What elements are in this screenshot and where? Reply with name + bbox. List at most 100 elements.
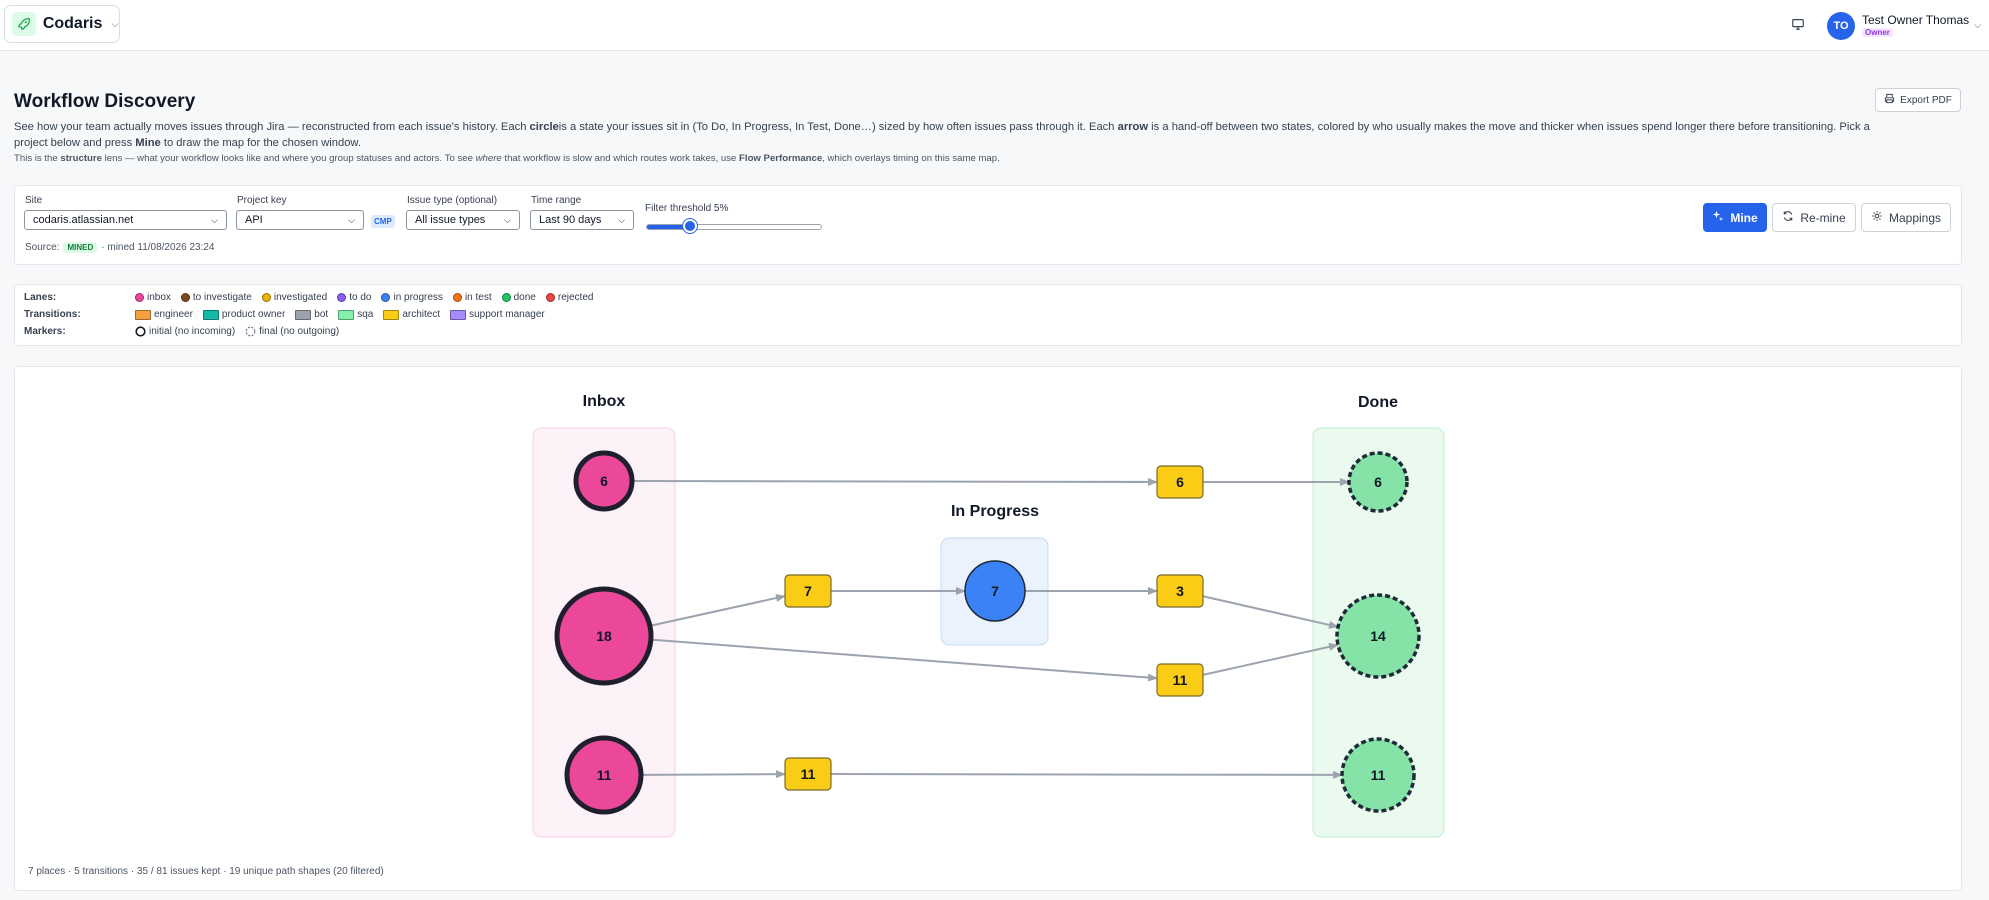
remine-button[interactable]: Re-mine (1772, 203, 1856, 232)
legend-marker-final-label: final (no outgoing) (259, 326, 340, 337)
legend-marker-initial: initial (no incoming) (135, 326, 235, 337)
subdesc-text: , which overlays timing on this same map… (822, 153, 1000, 164)
subdesc-text: lens — what your workflow looks like and… (101, 153, 476, 164)
subdesc-emphasis-structure: structure (60, 153, 102, 164)
transition-count: 11 (801, 766, 816, 782)
legend-lanes-items: inbox to investigate investigated to do in p… (135, 292, 603, 303)
desc-text: is a state your issues sit in (To Do, In… (558, 121, 1118, 133)
transition-sqa: sqa (338, 309, 373, 320)
app-name: Codaris (42, 15, 103, 32)
desc-text: to draw the map for the chosen window. (160, 137, 361, 149)
issue-type-label: Issue type (optional) (407, 195, 498, 206)
place-count: 14 (1370, 628, 1386, 644)
time-range-value: Last 90 days (539, 214, 602, 226)
subdesc-emphasis-where: where (475, 153, 502, 164)
lane-title-inbox: Inbox (583, 393, 626, 410)
refresh-icon (1782, 210, 1794, 225)
project-key-select[interactable]: API ⌵ (236, 210, 364, 230)
export-pdf-label: Export PDF (1900, 94, 1952, 106)
transition-label: bot (314, 309, 329, 320)
top-bar: Codaris ⌵ TO Test Owner Thomas Owner ⌵ (0, 0, 1989, 51)
legend-lanes-title: Lanes: (24, 292, 57, 303)
place-count: 6 (1374, 474, 1382, 490)
legend-marker-initial-label: initial (no incoming) (149, 326, 236, 337)
mine-button[interactable]: Mine (1703, 203, 1767, 232)
chevron-down-icon: ⌵ (618, 214, 625, 225)
issue-type-select[interactable]: All issue types ⌵ (406, 210, 520, 230)
page-subdescription: This is the structure lens — what your w… (14, 153, 1000, 164)
export-pdf-button[interactable]: Export PDF (1875, 88, 1961, 112)
transition-swatch (135, 309, 151, 320)
lane-swatch (135, 293, 144, 302)
site-label: Site (25, 195, 43, 206)
transition-label: engineer (154, 309, 193, 320)
legend-markers: Markers: initial (no incoming) final (no… (24, 326, 349, 337)
workspace-switcher[interactable]: Codaris ⌵ (4, 5, 120, 43)
edge-t5-p7[interactable] (830, 770, 1343, 779)
transition-product-owner: product owner (202, 309, 286, 320)
site-select[interactable]: codaris.atlassian.net ⌵ (24, 210, 227, 230)
edge-p1-t1[interactable] (631, 477, 1158, 486)
transition-label: sqa (357, 309, 374, 320)
workflow-map[interactable]: Inbox In Progress Done 6 18 11 7 6 14 11 6 7 3 11 11 (14, 366, 1962, 891)
place-count: 7 (991, 583, 999, 599)
lane-swatch (501, 293, 511, 302)
user-name[interactable]: Test Owner Thomas (1862, 13, 1969, 27)
lane-to-do: to do (337, 292, 371, 303)
legend-transitions-title: Transitions: (24, 309, 81, 320)
avatar[interactable]: TO (1827, 12, 1855, 40)
lane-swatch (337, 293, 347, 302)
issue-type-value: All issue types (415, 214, 486, 226)
monitor-icon[interactable] (1791, 17, 1807, 33)
project-key-label: Project key (237, 195, 287, 206)
transition-swatch (450, 309, 467, 320)
desc-text: See how your team actually moves issues … (14, 121, 530, 133)
sparkle-icon (1712, 210, 1724, 225)
edge-p3-t5[interactable] (640, 770, 786, 779)
time-range-select[interactable]: Last 90 days ⌵ (530, 210, 634, 230)
transition-swatch (295, 309, 312, 320)
transition-label: support manager (469, 309, 545, 320)
lane-swatch (381, 293, 391, 302)
lane-done: done (501, 292, 536, 303)
lane-label: inbox (147, 292, 171, 303)
time-range-label: Time range (531, 195, 582, 206)
lane-swatch (452, 293, 462, 302)
transition-engineer: engineer (135, 309, 193, 320)
source-info: Source: MINED · mined 11/08/2026 23:24 (25, 242, 214, 253)
chevron-down-icon: ⌵ (211, 214, 218, 225)
transition-count: 11 (1173, 672, 1188, 688)
desc-emphasis-arrow: arrow (1117, 121, 1149, 133)
lane-label: done (513, 292, 536, 303)
chevron-down-icon: ⌵ (504, 214, 511, 225)
edge-p2-t4[interactable] (650, 638, 1158, 682)
page-title: Workflow Discovery (14, 91, 196, 112)
desc-emphasis-mine: Mine (135, 137, 161, 149)
mined-timestamp: · mined 11/08/2026 23:24 (101, 242, 215, 253)
chevron-down-icon: ⌵ (348, 214, 355, 225)
source-label: Source: (25, 242, 60, 253)
project-key-value: API (245, 214, 263, 226)
transition-count: 6 (1176, 474, 1184, 490)
remine-label: Re-mine (1800, 210, 1846, 225)
transition-count: 3 (1176, 583, 1184, 599)
legend-transitions-items: engineer product owner bot sqa architect supp… (135, 309, 555, 320)
lane-label: in progress (393, 292, 443, 303)
chevron-down-icon[interactable]: ⌵ (1974, 20, 1982, 31)
initial-marker-icon (135, 326, 146, 337)
transition-label: architect (402, 309, 441, 320)
mappings-button[interactable]: Mappings (1861, 203, 1951, 232)
transition-bot: bot (295, 309, 328, 320)
subdesc-text: This is the (14, 153, 61, 164)
filter-threshold-slider[interactable] (646, 224, 822, 230)
page-description: See how your team actually moves issues … (14, 119, 1874, 151)
legend-lanes: Lanes: inbox to investigate investigated to… (24, 292, 603, 303)
place-count: 11 (1371, 767, 1386, 783)
transition-architect: architect (383, 309, 440, 320)
flow-performance-link[interactable]: Flow Performance (739, 153, 822, 164)
final-marker-icon (245, 326, 256, 337)
printer-icon (1884, 93, 1895, 107)
slider-thumb[interactable] (683, 219, 697, 233)
lane-label: rejected (557, 292, 594, 303)
transition-label: product owner (221, 309, 286, 320)
